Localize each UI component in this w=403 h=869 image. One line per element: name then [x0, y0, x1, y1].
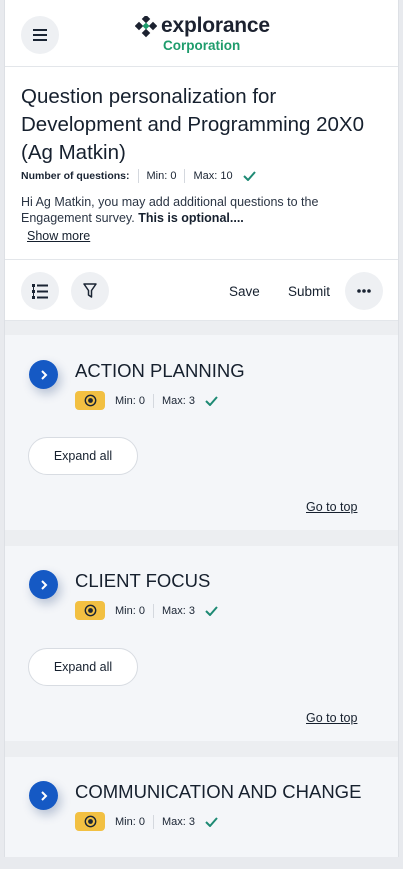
divider — [152, 393, 154, 408]
max-questions: Max: 10 — [193, 170, 233, 182]
logo-subtitle: Corporation — [163, 38, 241, 53]
section-client-focus: CLIENT FOCUS Min: 0 Max: 3 Expand all Go… — [5, 546, 398, 741]
filter-icon — [83, 283, 97, 298]
section-type-badge — [75, 812, 105, 831]
more-icon — [357, 289, 371, 293]
chevron-right-icon — [40, 579, 47, 590]
section-expand-toggle[interactable] — [29, 781, 58, 810]
section-min: Min: 0 — [115, 815, 145, 828]
list-icon — [32, 283, 48, 299]
section-min: Min: 0 — [115, 604, 145, 617]
expand-all-button[interactable]: Expand all — [28, 648, 138, 686]
app-frame: explorance Corporation Question personal… — [4, 0, 399, 857]
survey-description: Hi Ag Matkin, you may add additional que… — [21, 194, 351, 226]
divider — [184, 169, 186, 183]
section-expand-toggle[interactable] — [29, 570, 58, 599]
radio-target-icon — [84, 815, 96, 828]
menu-button[interactable] — [21, 16, 59, 54]
section-title: COMMUNICATION AND CHANGE — [75, 781, 362, 802]
question-count-row: Number of questions: Min: 0 Max: 10 — [21, 169, 256, 183]
submit-button[interactable]: Submit — [288, 284, 330, 299]
section-type-badge — [75, 601, 105, 620]
filter-button[interactable] — [71, 272, 109, 310]
section-meta: Min: 0 Max: 3 — [75, 812, 218, 831]
section-expand-toggle[interactable] — [29, 360, 58, 389]
section-meta: Min: 0 Max: 3 — [75, 601, 218, 620]
section-title: CLIENT FOCUS — [75, 570, 211, 591]
go-to-top-link[interactable]: Go to top — [306, 711, 357, 725]
more-options-button[interactable] — [345, 272, 383, 310]
section-max: Max: 3 — [161, 815, 195, 828]
section-max: Max: 3 — [161, 394, 195, 407]
check-icon — [242, 171, 256, 181]
check-icon — [205, 395, 218, 406]
logo-text: explorance — [161, 14, 270, 37]
check-icon — [205, 816, 218, 827]
section-title: ACTION PLANNING — [75, 360, 245, 381]
min-questions: Min: 0 — [146, 170, 177, 182]
survey-info: Question personalization for Development… — [5, 67, 398, 259]
app-header: explorance Corporation — [5, 0, 398, 67]
list-view-button[interactable] — [21, 272, 59, 310]
section-meta: Min: 0 Max: 3 — [75, 391, 218, 410]
check-icon — [205, 605, 218, 616]
section-communication-and-change: COMMUNICATION AND CHANGE Min: 0 Max: 3 — [5, 757, 398, 857]
description-optional: This is optional.... — [138, 211, 244, 225]
show-more-link[interactable]: Show more — [27, 229, 90, 243]
radio-target-icon — [84, 604, 96, 617]
divider — [152, 814, 154, 829]
page-title: Question personalization for Development… — [21, 85, 364, 164]
toolbar: Save Submit — [5, 259, 398, 321]
hamburger-icon — [33, 29, 47, 41]
chevron-right-icon — [40, 369, 47, 380]
save-button[interactable]: Save — [229, 284, 260, 299]
section-min: Min: 0 — [115, 394, 145, 407]
section-type-badge — [75, 391, 105, 410]
section-action-planning: ACTION PLANNING Min: 0 Max: 3 Expand all… — [5, 335, 398, 530]
go-to-top-link[interactable]: Go to top — [306, 500, 357, 514]
radio-target-icon — [84, 394, 96, 407]
expand-all-button[interactable]: Expand all — [28, 437, 138, 475]
number-of-questions-label: Number of questions: — [21, 170, 130, 182]
chevron-right-icon — [40, 790, 47, 801]
section-max: Max: 3 — [161, 604, 195, 617]
divider — [137, 169, 139, 183]
divider — [152, 603, 154, 618]
logo-mark-icon — [135, 16, 157, 38]
